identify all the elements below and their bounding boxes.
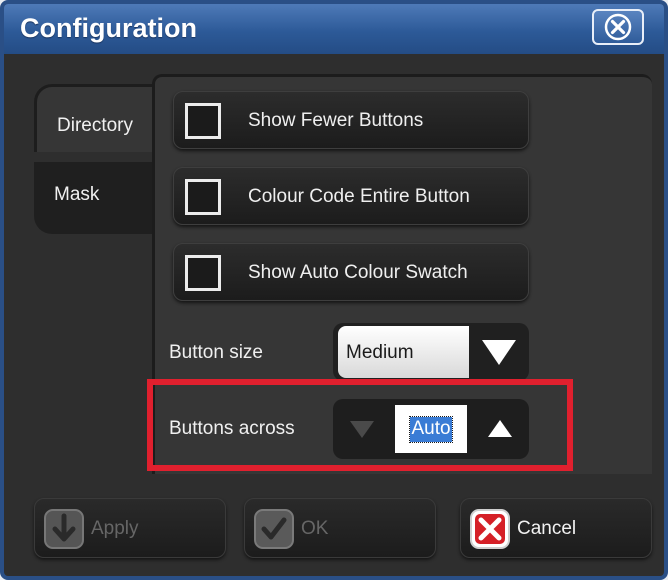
colour-code-entire-button-checkbox[interactable] [185, 179, 221, 215]
tab-strip: Directory Mask [34, 84, 154, 234]
triangle-down-icon [482, 340, 516, 365]
ok-icon-wrap [252, 507, 296, 551]
show-auto-colour-swatch-checkbox[interactable] [185, 255, 221, 291]
ok-label: OK [301, 518, 329, 539]
cancel-label: Cancel [517, 518, 577, 539]
cancel-icon-wrap [468, 507, 512, 551]
tab-directory-label: Directory [57, 115, 134, 136]
button-size-value: Medium [338, 326, 469, 378]
title-bar: Configuration [4, 4, 664, 54]
show-fewer-buttons-checkbox[interactable] [185, 103, 221, 139]
show-auto-colour-swatch-toggle[interactable]: Show Auto Colour Swatch [173, 243, 529, 301]
show-auto-colour-swatch-label: Show Auto Colour Swatch [248, 262, 468, 283]
highlight-box [147, 379, 573, 471]
tab-mask-label: Mask [54, 184, 100, 205]
checkmark-icon [254, 509, 294, 549]
show-fewer-buttons-label: Show Fewer Buttons [248, 110, 424, 131]
button-size-dropdown-arrow[interactable] [473, 326, 525, 378]
close-button[interactable] [592, 9, 644, 45]
cancel-button[interactable]: Cancel [460, 498, 652, 558]
button-size-label: Button size [169, 342, 263, 363]
tab-directory[interactable]: Directory [34, 84, 154, 152]
apply-button[interactable]: Apply [34, 498, 226, 558]
colour-code-entire-button-toggle[interactable]: Colour Code Entire Button [173, 167, 529, 225]
show-fewer-buttons-toggle[interactable]: Show Fewer Buttons [173, 91, 529, 149]
cancel-icon [470, 509, 510, 549]
close-icon [604, 13, 632, 41]
apply-label: Apply [91, 518, 139, 539]
configuration-window: Configuration Directory Mask Show Fewer … [0, 0, 668, 580]
tab-mask[interactable]: Mask [34, 162, 154, 234]
button-size-dropdown[interactable]: Medium [333, 323, 529, 381]
window-title: Configuration [20, 13, 197, 43]
arrow-down-icon [44, 509, 84, 549]
apply-icon-wrap [42, 507, 86, 551]
ok-button[interactable]: OK [244, 498, 436, 558]
colour-code-entire-button-label: Colour Code Entire Button [248, 186, 470, 207]
